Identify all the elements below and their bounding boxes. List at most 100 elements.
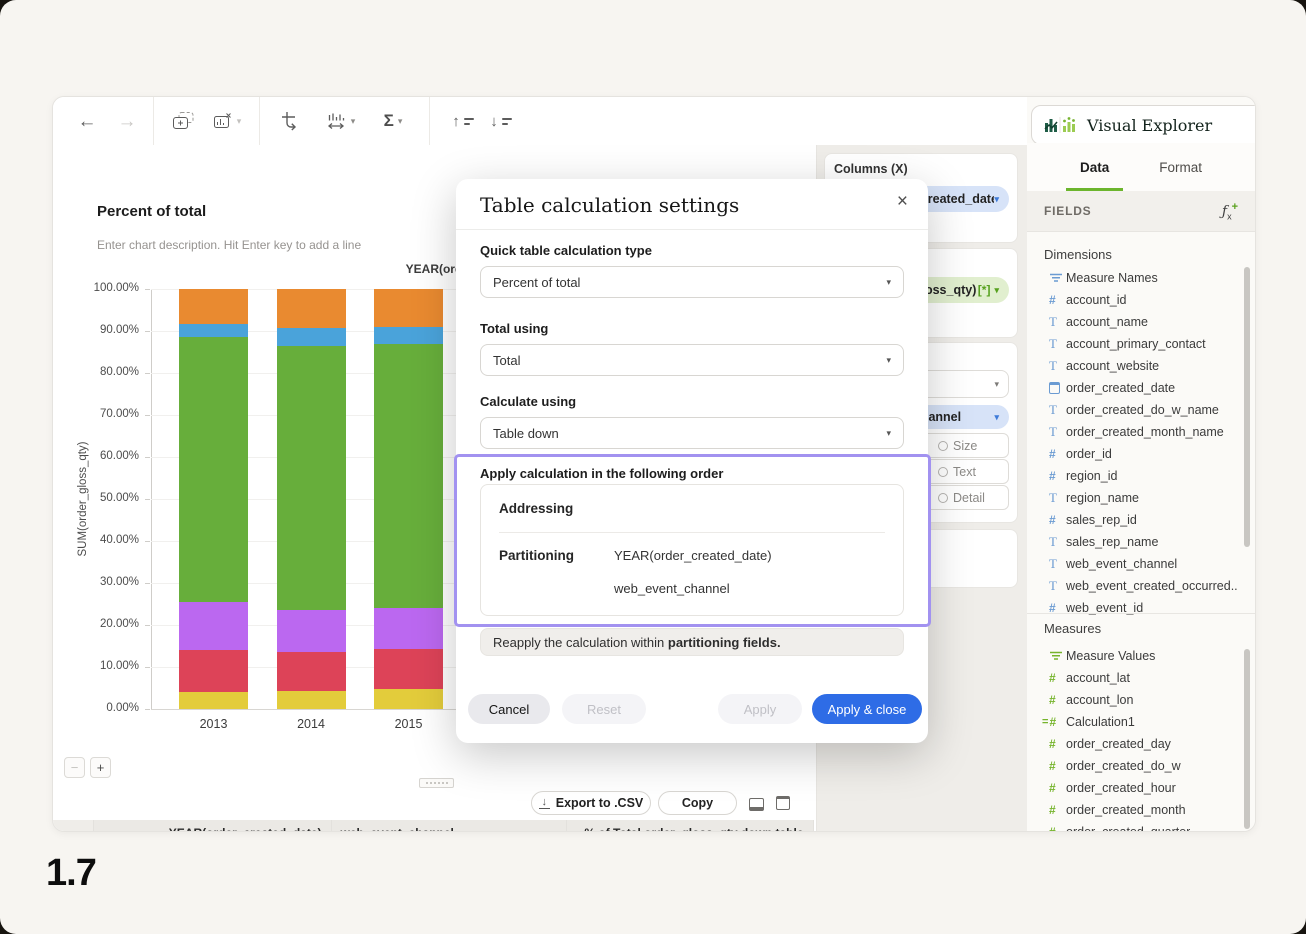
field-item[interactable]: # order_created_hour bbox=[1049, 777, 1237, 799]
field-item-label: account_name bbox=[1066, 315, 1149, 329]
chart-description[interactable]: Enter chart description. Hit Enter key t… bbox=[97, 238, 361, 252]
y-tick-mark bbox=[145, 667, 150, 668]
field-item[interactable]: # order_id bbox=[1049, 443, 1237, 465]
measures-scrollbar[interactable] bbox=[1244, 649, 1250, 829]
forward-button[interactable]: → bbox=[109, 97, 145, 145]
delete-chart-caret-icon: ▾ bbox=[236, 115, 242, 126]
field-item[interactable]: # account_lat bbox=[1049, 667, 1237, 689]
panel-resize-handle[interactable] bbox=[419, 778, 454, 788]
field-item[interactable]: # order_created_month bbox=[1049, 799, 1237, 821]
field-item[interactable]: = # Calculation1 bbox=[1042, 711, 1237, 733]
zoom-in-button[interactable]: + bbox=[90, 757, 111, 778]
bar-segment[interactable] bbox=[374, 648, 443, 690]
number-field-icon: # bbox=[1049, 469, 1056, 483]
field-item[interactable]: Measure Values bbox=[1049, 645, 1237, 667]
dimensions-scrollbar[interactable] bbox=[1244, 267, 1250, 547]
bar-width-button[interactable]: ▾ bbox=[315, 97, 367, 145]
fields-sidebar: Visual Explorer ▾ Data Format FIELDS ƒx+… bbox=[1027, 97, 1255, 831]
expand-panel-icon[interactable] bbox=[776, 796, 790, 810]
y-tick-label: 10.00% bbox=[99, 660, 139, 672]
duplicate-chart-icon bbox=[172, 112, 193, 129]
bar-segment[interactable] bbox=[179, 601, 248, 651]
dialog-field-group: Calculate using Table down ▾ bbox=[480, 394, 904, 449]
stacked-bar[interactable] bbox=[276, 289, 346, 709]
field-item[interactable]: Tregion_name bbox=[1049, 487, 1237, 509]
field-item[interactable]: Measure Names bbox=[1049, 267, 1237, 289]
field-item[interactable]: Torder_created_month_name bbox=[1049, 421, 1237, 443]
reset-button[interactable]: Reset bbox=[562, 694, 646, 724]
field-item[interactable]: # region_id bbox=[1049, 465, 1237, 487]
dialog-select-total-using[interactable]: Total ▾ bbox=[480, 344, 904, 376]
field-item[interactable]: Tweb_event_channel bbox=[1049, 553, 1237, 575]
bar-segment[interactable] bbox=[374, 689, 443, 709]
bar-segment[interactable] bbox=[374, 326, 443, 344]
field-item[interactable]: # order_created_quarter bbox=[1049, 821, 1237, 831]
zoom-out-button[interactable]: − bbox=[64, 757, 85, 778]
field-item[interactable]: # account_lon bbox=[1049, 689, 1237, 711]
field-item[interactable]: Taccount_name bbox=[1049, 311, 1237, 333]
bar-segment[interactable] bbox=[276, 328, 346, 346]
stacked-bar[interactable] bbox=[179, 289, 248, 709]
aggregate-button[interactable]: Σ ▾ bbox=[371, 97, 415, 145]
transpose-button[interactable] bbox=[271, 97, 311, 145]
table-calculation-settings-dialog: Table calculation settings × Quick table… bbox=[454, 179, 931, 743]
text-field-icon: T bbox=[1049, 534, 1057, 549]
bar-segment[interactable] bbox=[276, 289, 346, 329]
duplicate-chart-button[interactable] bbox=[161, 97, 205, 145]
y-tick-label: 0.00% bbox=[106, 702, 139, 714]
close-icon[interactable]: × bbox=[897, 191, 908, 213]
visual-explorer-button[interactable]: Visual Explorer ▾ bbox=[1031, 105, 1255, 145]
stacked-bar[interactable] bbox=[374, 289, 443, 709]
bar-segment[interactable] bbox=[276, 609, 346, 652]
field-item[interactable]: order_created_date bbox=[1049, 377, 1237, 399]
delete-chart-button[interactable]: ▾ bbox=[201, 97, 253, 145]
apply-and-close-button[interactable]: Apply & close bbox=[812, 694, 922, 724]
bar-segment[interactable] bbox=[179, 324, 248, 337]
results-table: YEAR(order_created_date)web_event_channe… bbox=[53, 820, 814, 831]
field-item[interactable]: # order_created_do_w bbox=[1049, 755, 1237, 777]
sort-descending-button[interactable]: ↓ bbox=[479, 97, 523, 145]
measures-label: Measures bbox=[1044, 621, 1102, 636]
add-calculation-button[interactable]: ƒx+ bbox=[1222, 201, 1238, 221]
order-box-divider bbox=[499, 532, 885, 533]
version-caption: 1.7 bbox=[46, 852, 97, 894]
bar-segment[interactable] bbox=[179, 692, 248, 709]
text-field-icon: T bbox=[1049, 556, 1057, 571]
field-item[interactable]: Torder_created_do_w_name bbox=[1049, 399, 1237, 421]
export-csv-button[interactable]: ↓ Export to .CSV bbox=[531, 791, 651, 815]
tab-format[interactable]: Format bbox=[1159, 143, 1202, 191]
bar-segment[interactable] bbox=[179, 289, 248, 325]
cancel-button[interactable]: Cancel bbox=[468, 694, 550, 724]
bar-segment[interactable] bbox=[179, 336, 248, 602]
field-item[interactable]: # sales_rep_id bbox=[1049, 509, 1237, 531]
field-item-label: sales_rep_id bbox=[1066, 513, 1137, 527]
number-field-icon: # bbox=[1049, 513, 1056, 527]
field-item[interactable]: Taccount_website bbox=[1049, 355, 1237, 377]
dialog-select-calculate-using[interactable]: Table down ▾ bbox=[480, 417, 904, 449]
bar-segment[interactable] bbox=[374, 343, 443, 609]
field-item[interactable]: # account_id bbox=[1049, 289, 1237, 311]
collapse-panel-icon[interactable] bbox=[749, 798, 764, 811]
field-item[interactable]: Tweb_event_created_occurred... bbox=[1049, 575, 1237, 597]
chart-title[interactable]: Percent of total bbox=[97, 203, 206, 220]
y-tick-label: 60.00% bbox=[99, 450, 139, 462]
field-item[interactable]: Tsales_rep_name bbox=[1049, 531, 1237, 553]
bar-segment[interactable] bbox=[374, 289, 443, 327]
bar-segment[interactable] bbox=[374, 608, 443, 649]
bar-segment[interactable] bbox=[276, 690, 346, 709]
field-item[interactable]: Taccount_primary_contact bbox=[1049, 333, 1237, 355]
field-item[interactable]: # order_created_day bbox=[1049, 733, 1237, 755]
field-item[interactable]: # web_event_id bbox=[1049, 597, 1237, 619]
tab-data[interactable]: Data bbox=[1065, 143, 1124, 191]
toolbar-divider bbox=[153, 97, 154, 145]
field-item-label: sales_rep_name bbox=[1066, 535, 1159, 549]
dialog-field-label: Total using bbox=[480, 321, 549, 336]
bar-segment[interactable] bbox=[179, 650, 248, 693]
back-button[interactable]: ← bbox=[69, 97, 105, 145]
apply-button[interactable]: Apply bbox=[718, 694, 802, 724]
text-field-icon: T bbox=[1049, 314, 1057, 329]
bar-segment[interactable] bbox=[276, 651, 346, 691]
bar-segment[interactable] bbox=[276, 345, 346, 610]
copy-button[interactable]: Copy bbox=[658, 791, 737, 815]
dialog-select-calc-type[interactable]: Percent of total ▾ bbox=[480, 266, 904, 298]
